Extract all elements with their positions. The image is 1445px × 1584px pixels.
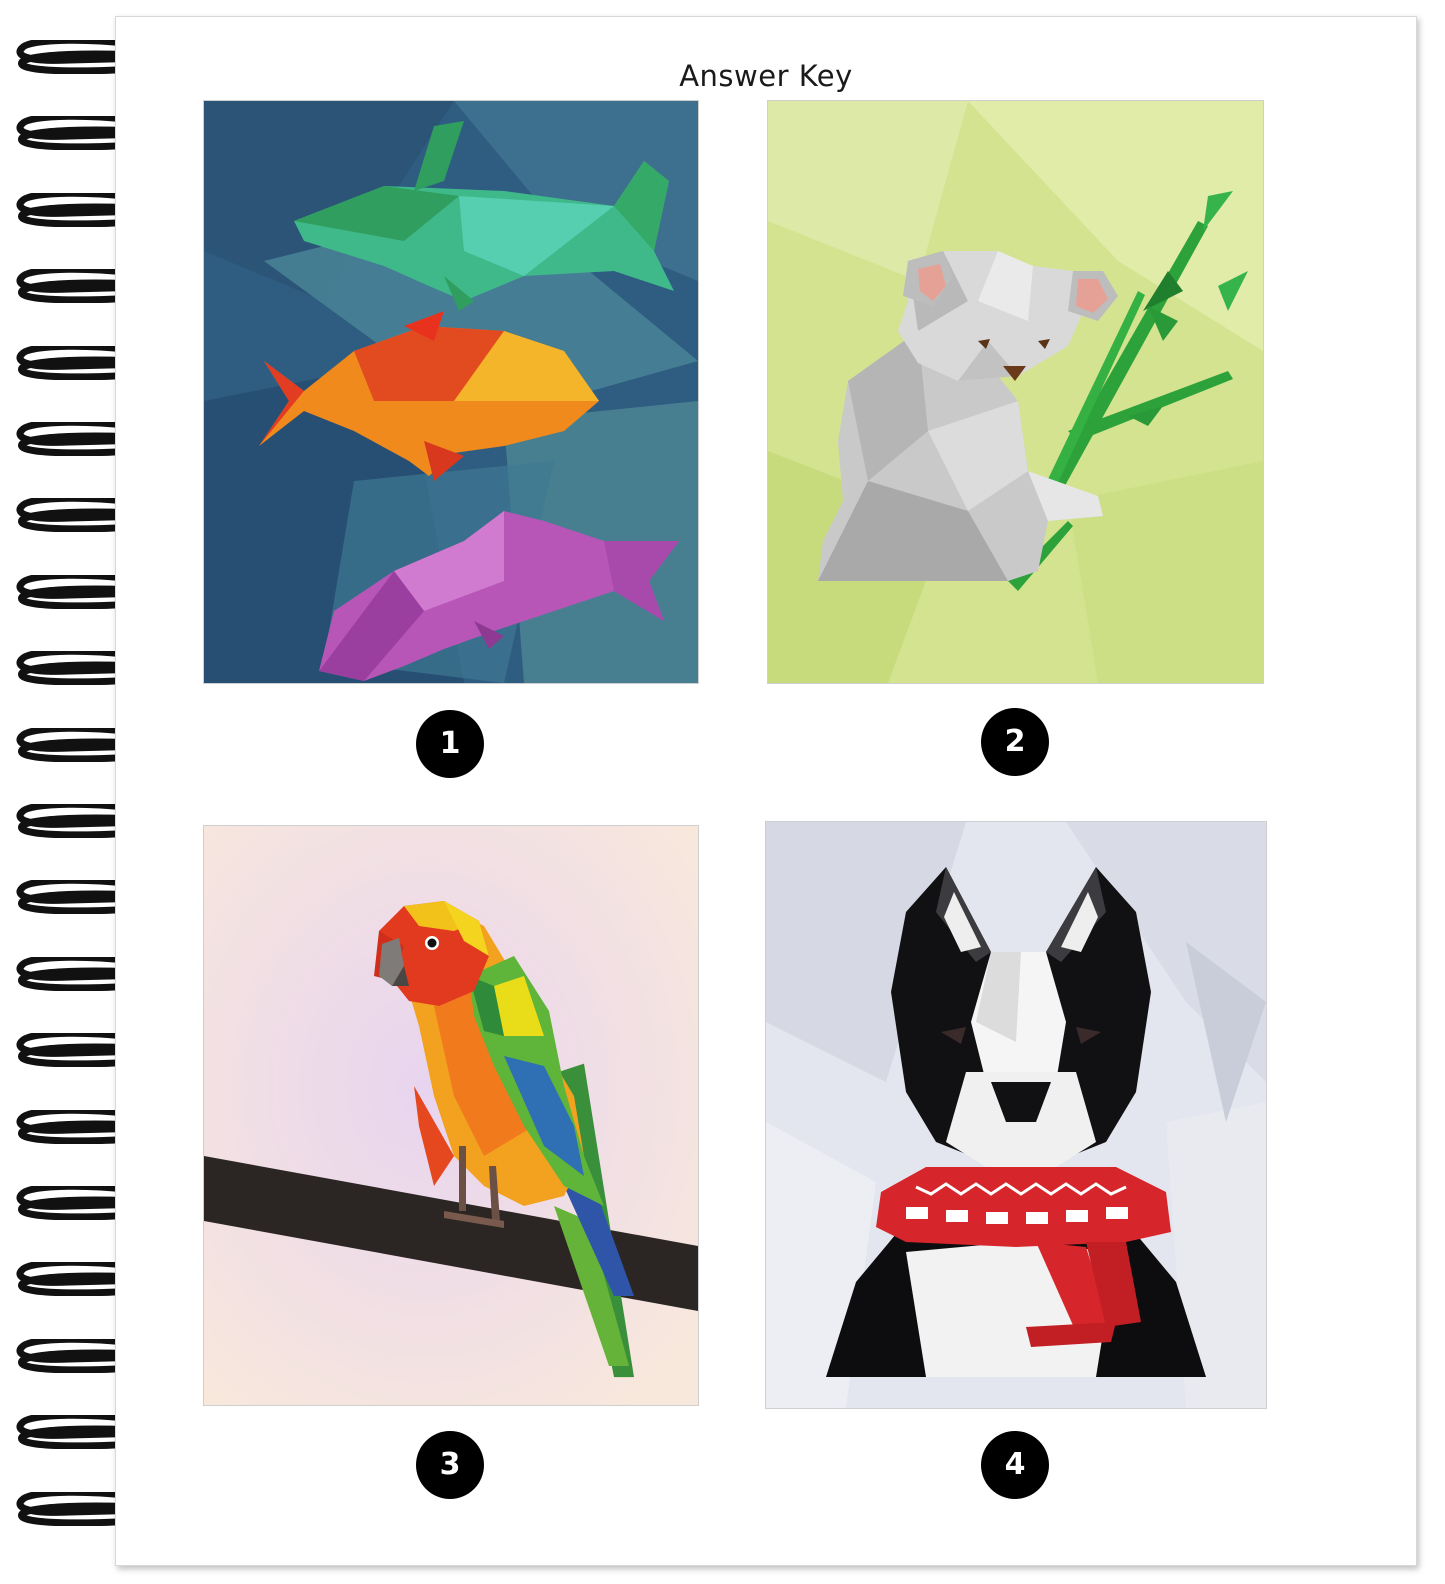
answer-image-1 — [203, 100, 699, 684]
answer-image-4 — [765, 821, 1267, 1409]
answer-key-page: Answer Key 1 2 3 4 — [115, 16, 1417, 1566]
answer-number-1: 1 — [416, 710, 484, 778]
answer-image-2 — [767, 100, 1264, 684]
answer-number-3: 3 — [416, 1431, 484, 1499]
answer-number-2: 2 — [981, 708, 1049, 776]
page-title: Answer Key — [679, 59, 853, 93]
fish-icon — [204, 101, 698, 683]
parrot-icon — [204, 826, 698, 1405]
answer-number-4: 4 — [981, 1431, 1049, 1499]
dog-icon — [766, 822, 1266, 1408]
answer-image-3 — [203, 825, 699, 1406]
koala-icon — [768, 101, 1263, 683]
